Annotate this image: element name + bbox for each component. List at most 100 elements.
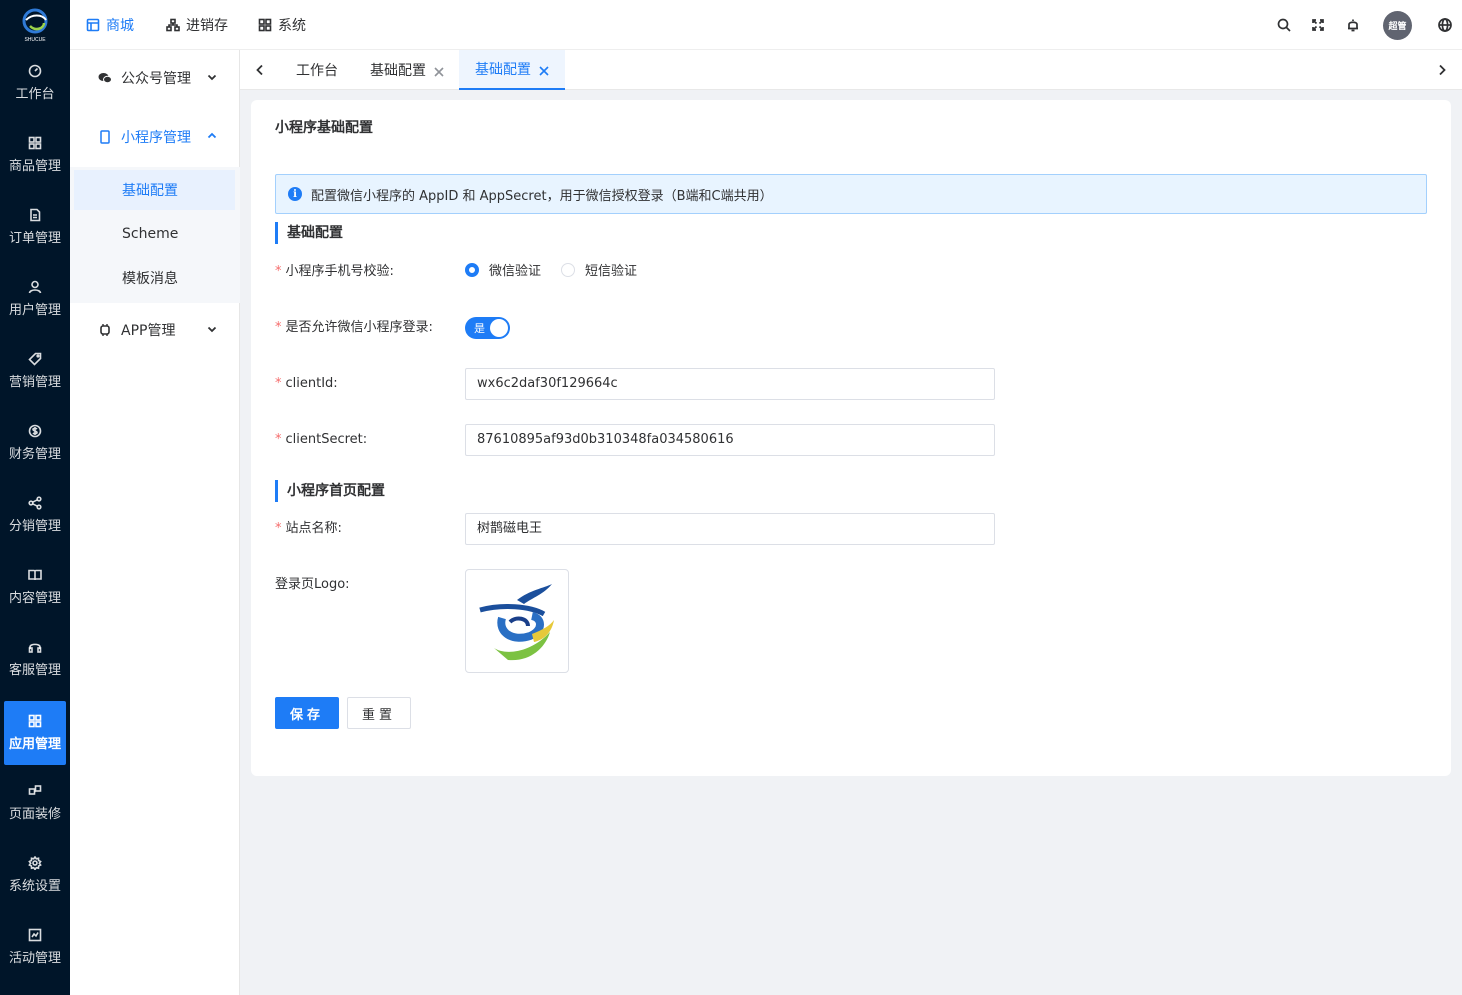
gear-icon: [28, 856, 42, 870]
tag-icon: [28, 352, 42, 366]
chevron-down-icon: [207, 326, 217, 333]
close-icon[interactable]: [434, 65, 444, 77]
layout-icon: [28, 785, 42, 795]
menu-item-scheme[interactable]: Scheme: [74, 214, 235, 254]
top-header: 商城 进销存 系统 超管: [70, 0, 1462, 50]
allow-login-switch[interactable]: 是: [465, 317, 510, 339]
client-secret-label: * clientSecret:: [275, 432, 368, 447]
tabs-scroll-right-icon[interactable]: [1434, 62, 1450, 78]
topnav-mall[interactable]: 商城: [86, 0, 134, 50]
rail-item-apps[interactable]: 应用管理: [4, 701, 66, 765]
bell-icon[interactable]: [1345, 17, 1361, 33]
rail-item-label: 分销管理: [8, 519, 61, 534]
main-sidebar: SHUCUE 工作台 商品管理 订单管理 用户管理 营销管理 财务管理 分销管理…: [0, 0, 70, 995]
brand-logo[interactable]: SHUCUE: [0, 0, 70, 50]
menu-group-official-account[interactable]: 公众号管理: [70, 58, 240, 98]
rail-item-label: 财务管理: [8, 447, 61, 462]
switch-text: 是: [474, 322, 485, 335]
topnav-label: 系统: [278, 18, 306, 34]
reset-button[interactable]: 重置: [347, 697, 411, 729]
rail-item-label: 用户管理: [8, 303, 61, 318]
menu-children: 基础配置 Scheme 模板消息: [70, 167, 240, 303]
section-title-basic: 基础配置: [275, 222, 343, 244]
chevron-down-icon: [207, 74, 217, 81]
rail-item-content[interactable]: 内容管理: [4, 555, 66, 619]
rail-item-label: 活动管理: [8, 951, 61, 966]
globe-icon[interactable]: [1437, 17, 1453, 33]
tab-workbench[interactable]: 工作台: [296, 50, 338, 90]
required-mark: *: [275, 376, 282, 391]
dollar-icon: [28, 424, 42, 438]
topnav-label: 进销存: [186, 18, 228, 34]
rail-item-users[interactable]: 用户管理: [4, 267, 66, 331]
radio-dot-checked[interactable]: [465, 262, 479, 277]
chevron-up-icon: [207, 132, 217, 139]
page-title: 小程序基础配置: [275, 120, 373, 136]
user-icon: [28, 280, 42, 294]
close-icon[interactable]: [539, 64, 549, 76]
menu-group-app[interactable]: APP管理: [70, 310, 240, 350]
alert-text: 配置微信小程序的 AppID 和 AppSecret，用于微信授权登录（B端和C…: [311, 188, 773, 204]
rail-item-label: 应用管理: [8, 737, 61, 752]
app-icon: [98, 323, 112, 337]
rail-item-label: 商品管理: [8, 159, 61, 174]
hierarchy-icon: [166, 18, 180, 32]
menu-group-label: APP管理: [121, 323, 176, 339]
dashboard-icon: [28, 64, 42, 78]
logo-label: 登录页Logo:: [275, 577, 350, 592]
topnav-system[interactable]: 系统: [258, 0, 306, 50]
rail-item-orders[interactable]: 订单管理: [4, 195, 66, 259]
save-button[interactable]: 保存: [275, 697, 339, 729]
store-icon: [86, 18, 100, 32]
radio-sms-verify[interactable]: 短信验证: [561, 260, 637, 279]
grid-icon: [28, 136, 42, 150]
switch-knob: [490, 319, 508, 337]
menu-item-template-message[interactable]: 模板消息: [74, 258, 235, 298]
menu-group-label: 小程序管理: [121, 130, 191, 146]
wechat-icon: [98, 71, 112, 85]
avatar[interactable]: 超管: [1383, 11, 1412, 40]
client-id-input[interactable]: wx6c2daf30f129664c: [465, 368, 995, 400]
tabs-scroll-left-icon[interactable]: [252, 62, 268, 78]
required-mark: *: [275, 320, 282, 335]
logo-upload[interactable]: [465, 569, 569, 673]
client-id-label: * clientId:: [275, 376, 338, 391]
brand-logo-image: [479, 584, 554, 661]
site-name-input[interactable]: 树鹊磁电王: [465, 513, 995, 545]
client-secret-input[interactable]: 87610895af93d0b310348fa034580616: [465, 424, 995, 456]
rail-item-finance[interactable]: 财务管理: [4, 411, 66, 475]
info-alert: i 配置微信小程序的 AppID 和 AppSecret，用于微信授权登录（B端…: [275, 174, 1427, 214]
section-title-home: 小程序首页配置: [275, 480, 385, 502]
topnav-inventory[interactable]: 进销存: [166, 0, 228, 50]
rail-item-settings[interactable]: 系统设置: [4, 843, 66, 907]
search-icon[interactable]: [1276, 17, 1292, 33]
phone-verify-label: * 小程序手机号校验:: [275, 264, 394, 279]
rail-item-distribution[interactable]: 分销管理: [4, 483, 66, 547]
rail-item-marketing[interactable]: 营销管理: [4, 339, 66, 403]
rail-item-service[interactable]: 客服管理: [4, 627, 66, 691]
fullscreen-icon[interactable]: [1310, 17, 1326, 33]
tab-label: 基础配置: [370, 63, 426, 79]
apps-icon: [28, 714, 42, 728]
mobile-icon: [98, 130, 112, 144]
site-name-label: * 站点名称:: [275, 521, 342, 536]
rail-item-label: 页面装修: [8, 807, 61, 822]
rail-item-label: 客服管理: [8, 663, 61, 678]
radio-wechat-verify[interactable]: 微信验证: [465, 260, 541, 279]
rail-item-label: 营销管理: [8, 375, 61, 390]
rail-item-activities[interactable]: 活动管理: [4, 915, 66, 979]
info-icon: i: [288, 187, 302, 201]
config-card: 小程序基础配置 i 配置微信小程序的 AppID 和 AppSecret，用于微…: [251, 100, 1451, 776]
rail-item-products[interactable]: 商品管理: [4, 123, 66, 187]
tab-label: 工作台: [296, 63, 338, 79]
menu-item-basic-config[interactable]: 基础配置: [74, 170, 235, 210]
menu-group-mini-program[interactable]: 小程序管理: [70, 117, 240, 157]
rail-item-dashboard[interactable]: 工作台: [4, 51, 66, 115]
tab-basic-config-2[interactable]: 基础配置: [459, 50, 565, 90]
brand-logo-text: SHUCUE: [24, 37, 46, 43]
rail-item-decoration[interactable]: 页面装修: [4, 771, 66, 835]
rail-item-label: 工作台: [15, 87, 55, 102]
tab-basic-config-1[interactable]: 基础配置: [370, 50, 444, 90]
menu-group-label: 公众号管理: [121, 71, 191, 87]
radio-dot[interactable]: [561, 262, 575, 277]
